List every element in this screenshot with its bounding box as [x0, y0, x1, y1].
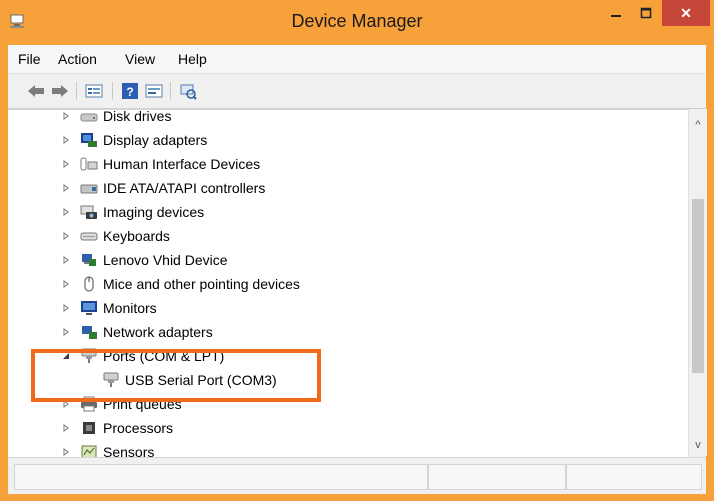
vertical-scrollbar[interactable]: ^ v — [688, 109, 707, 456]
monitor-icon — [81, 301, 97, 315]
close-button[interactable]: ✕ — [662, 0, 710, 26]
hid-icon — [80, 157, 98, 171]
status-panel — [428, 464, 566, 490]
display-adapter-icon — [81, 133, 97, 147]
menu-help[interactable]: Help — [178, 51, 207, 67]
properties-view-icon[interactable] — [84, 82, 104, 100]
chevron-right-icon[interactable] — [60, 110, 72, 122]
tree-node-label: Network adapters — [103, 324, 213, 340]
toolbar-separator — [170, 82, 171, 100]
toolbar: ? — [8, 74, 706, 109]
title-bar[interactable]: Device Manager ✕ — [0, 0, 714, 45]
chevron-right-icon[interactable] — [60, 446, 72, 457]
tree-node-label: Monitors — [103, 300, 157, 316]
chevron-right-icon[interactable] — [60, 206, 72, 218]
chevron-right-icon[interactable] — [60, 182, 72, 194]
tree-node-ide-controllers[interactable]: IDE ATA/ATAPI controllers — [60, 176, 265, 200]
tree-node-label: Processors — [103, 420, 174, 436]
tree-node-label: Display adapters — [103, 132, 208, 148]
ide-controller-icon — [80, 184, 98, 194]
tree-node-label: Mice and other pointing devices — [103, 276, 300, 292]
scrollbar-thumb[interactable] — [692, 199, 704, 373]
tree-node-keyboards[interactable]: Keyboards — [60, 224, 170, 248]
chevron-right-icon[interactable] — [60, 326, 72, 338]
forward-arrow-icon[interactable] — [50, 82, 70, 100]
tree-node-processors[interactable]: Processors — [60, 416, 173, 440]
minimize-icon — [611, 15, 621, 17]
action-view-icon[interactable] — [144, 82, 164, 100]
tree-node-label: IDE ATA/ATAPI controllers — [103, 180, 266, 196]
tree-node-label: Imaging devices — [103, 204, 205, 220]
scan-hardware-icon[interactable] — [178, 82, 198, 100]
chevron-right-icon[interactable] — [60, 254, 72, 266]
tree-node-display-adapters[interactable]: Display adapters — [60, 128, 207, 152]
scroll-down-arrow-icon[interactable]: v — [689, 437, 707, 453]
chevron-right-icon[interactable] — [60, 278, 72, 290]
chevron-right-icon[interactable] — [60, 230, 72, 242]
keyboard-icon — [80, 232, 98, 241]
menu-file[interactable]: File — [18, 51, 41, 67]
processor-icon — [83, 422, 95, 434]
chevron-right-icon[interactable] — [60, 158, 72, 170]
tree-node-imaging-devices[interactable]: Imaging devices — [60, 200, 204, 224]
tree-node-mice[interactable]: Mice and other pointing devices — [60, 272, 300, 296]
imaging-device-icon — [80, 205, 97, 219]
tree-node-network-adapters[interactable]: Network adapters — [60, 320, 213, 344]
tree-node-label: Keyboards — [103, 228, 170, 244]
device-tree: Disk drives Display adapters Human Inter… — [8, 109, 688, 457]
tree-node-monitors[interactable]: Monitors — [60, 296, 157, 320]
status-panel — [566, 464, 702, 490]
help-icon[interactable]: ? — [120, 82, 140, 100]
lenovo-device-icon — [82, 254, 96, 266]
tree-node-label: Sensors — [103, 444, 155, 457]
maximize-icon — [640, 7, 652, 19]
chevron-right-icon[interactable] — [60, 302, 72, 314]
tree-node-label: Human Interface Devices — [103, 156, 261, 172]
client-area: File Action View Help ? Disk drives Disp… — [8, 45, 707, 494]
device-manager-window: Device Manager ✕ File Action View Help ? — [0, 0, 714, 501]
menu-bar: File Action View Help — [8, 45, 706, 74]
menu-view[interactable]: View — [125, 51, 155, 67]
mouse-icon — [84, 276, 94, 292]
chevron-right-icon[interactable] — [60, 422, 72, 434]
toolbar-separator — [76, 82, 77, 100]
sensor-icon — [81, 445, 97, 457]
network-adapter-icon — [82, 326, 97, 339]
menu-action[interactable]: Action — [58, 51, 97, 67]
back-arrow-icon[interactable] — [26, 82, 46, 100]
status-panel — [14, 464, 428, 490]
tree-node-label: Disk drives — [103, 109, 172, 124]
toolbar-separator — [112, 82, 113, 100]
maximize-button[interactable] — [632, 0, 660, 26]
minimize-button[interactable] — [602, 0, 630, 26]
tree-node-lenovo-vhid[interactable]: Lenovo Vhid Device — [60, 248, 228, 272]
close-icon: ✕ — [680, 4, 692, 21]
ports-highlight-box — [31, 349, 321, 402]
tree-node-disk-drives[interactable]: Disk drives — [60, 109, 172, 128]
scroll-up-arrow-icon[interactable]: ^ — [689, 117, 707, 133]
chevron-right-icon[interactable] — [60, 134, 72, 146]
tree-node-human-interface-devices[interactable]: Human Interface Devices — [60, 152, 260, 176]
status-bar — [8, 457, 706, 494]
tree-node-label: Lenovo Vhid Device — [103, 252, 228, 268]
svg-text:?: ? — [126, 85, 133, 99]
disk-drive-icon — [80, 113, 98, 122]
tree-node-sensors[interactable]: Sensors — [60, 440, 154, 457]
